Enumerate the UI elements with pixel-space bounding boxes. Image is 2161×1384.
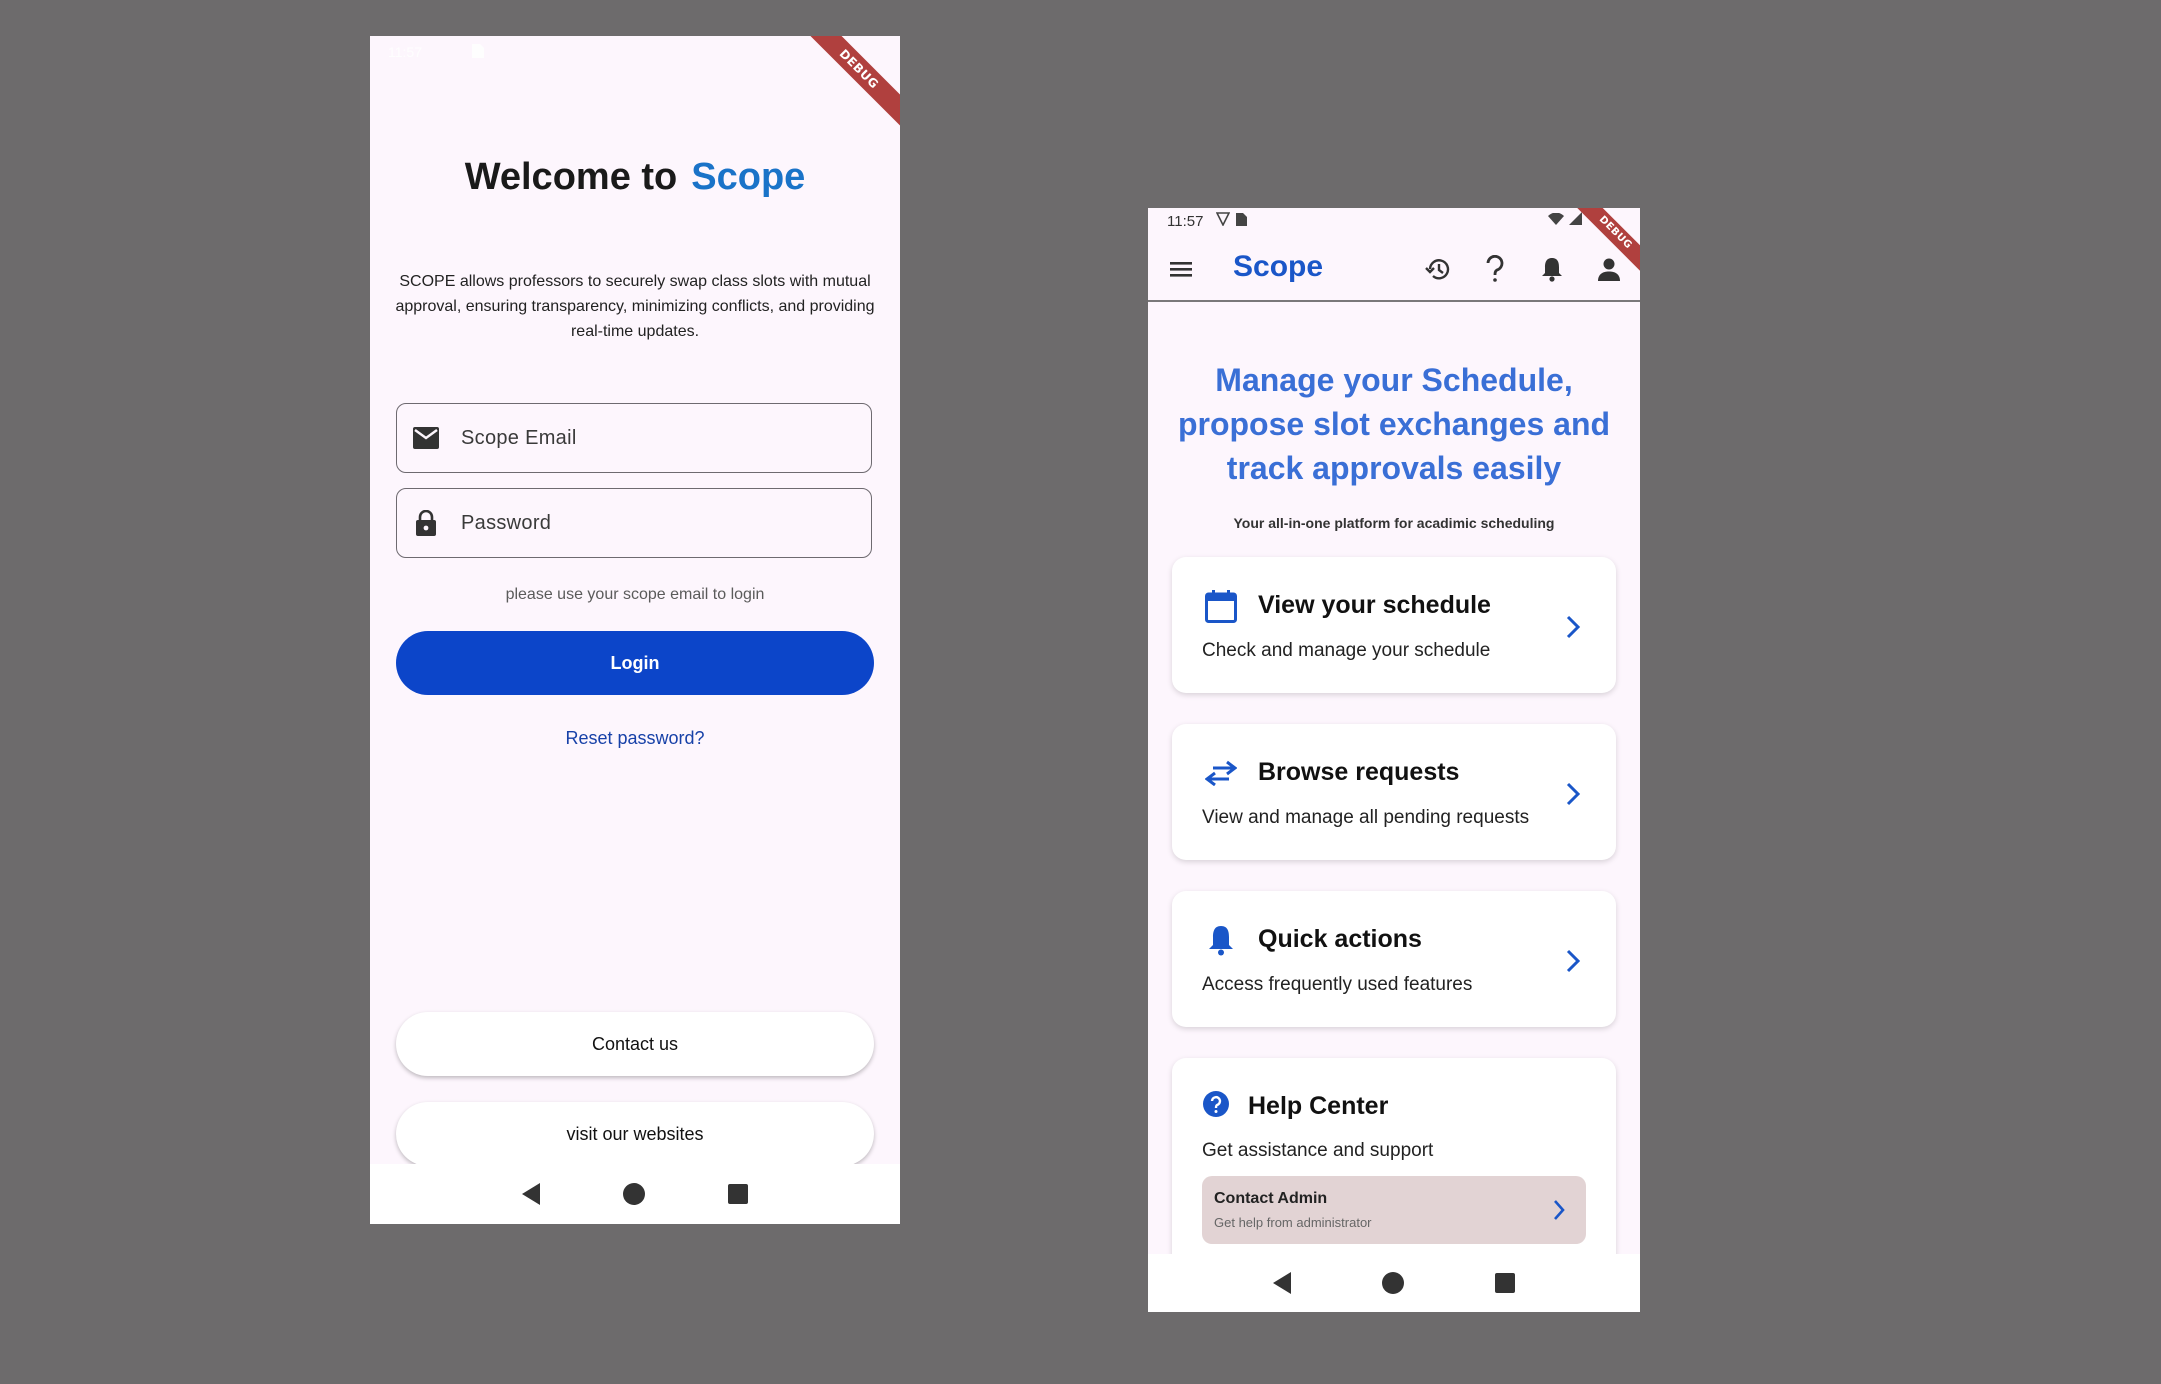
email-field[interactable]: Scope Email [396,403,872,473]
welcome-prefix: Welcome to [464,156,678,198]
login-hint: please use your scope email to login [505,586,765,603]
system-nav-bar [1148,1254,1640,1312]
login-button[interactable]: Login [396,631,874,695]
back-icon[interactable] [521,1183,540,1205]
card-title: Help Center [1248,1092,1389,1120]
menu-icon[interactable] [1168,256,1194,282]
recents-icon[interactable] [1494,1273,1515,1293]
card-subtitle: Check and manage your schedule [1202,640,1491,661]
card-subtitle: View and manage all pending requests [1202,807,1530,828]
sim-icon [1236,212,1247,230]
status-time: 11:57 [388,44,422,60]
wifi-icon [1548,212,1564,229]
status-bar: 11:57 [1148,208,1640,234]
visit-websites-button[interactable]: visit our websites [396,1102,874,1166]
view-schedule-card[interactable]: View your schedule Check and manage your… [1172,557,1616,693]
contact-admin-button[interactable]: Contact Admin Get help from administrato… [1202,1176,1586,1244]
back-icon[interactable] [1273,1272,1292,1294]
history-icon[interactable] [1423,254,1453,284]
profile-icon[interactable] [1594,254,1624,284]
calendar-icon [1204,589,1238,623]
brand-name: Scope [691,156,806,198]
browse-requests-card[interactable]: Browse requests View and manage all pend… [1172,724,1616,860]
password-field[interactable]: Password [396,488,872,558]
welcome-heading: Welcome to Scope [370,156,900,199]
sim-icon [472,44,484,61]
chevron-right-icon [1566,949,1581,973]
card-title: Quick actions [1258,925,1422,953]
email-placeholder: Scope Email [461,426,577,449]
app-title: Scope [1233,250,1324,283]
mail-icon [413,425,439,451]
card-title: View your schedule [1258,591,1491,619]
home-screen: DEBUG 11:57 Scope Manage your Schedule, … [1148,208,1640,1312]
card-subtitle: Access frequently used features [1202,974,1473,995]
system-nav-bar [370,1164,900,1224]
chevron-right-icon [1566,782,1581,806]
contact-us-button[interactable]: Contact us [396,1012,874,1076]
swap-icon [1204,756,1238,790]
status-time: 11:57 [1167,213,1204,230]
contact-admin-subtitle: Get help from administrator [1214,1215,1372,1230]
chevron-right-icon [1566,615,1581,639]
signal-icon [1569,212,1582,229]
tagline: Your all-in-one platform for acadimic sc… [1233,515,1555,531]
recents-icon[interactable] [728,1184,749,1204]
lock-icon [413,510,439,536]
card-title: Browse requests [1258,758,1460,786]
vpn-icon [1215,212,1231,230]
login-screen: DEBUG 11:57 Welcome to Scope SCOPE allows… [370,36,900,1224]
card-subtitle: Get assistance and support [1202,1140,1434,1161]
intro-text: SCOPE allows professors to securely swap… [395,273,875,340]
quick-actions-card[interactable]: Quick actions Access frequently used fea… [1172,891,1616,1027]
contact-admin-title: Contact Admin [1214,1190,1328,1207]
app-bar: Scope [1148,234,1640,302]
home-icon[interactable] [1381,1272,1404,1294]
help-icon[interactable] [1480,254,1510,284]
notifications-icon[interactable] [1537,254,1567,284]
home-icon[interactable] [622,1183,645,1205]
password-placeholder: Password [461,511,552,534]
help-circle-icon [1202,1090,1230,1118]
bell-icon [1204,923,1238,957]
headline: Manage your Schedule, propose slot excha… [1177,362,1611,486]
reset-password-link[interactable]: Reset password? [370,728,900,749]
chevron-right-icon [1554,1200,1565,1220]
